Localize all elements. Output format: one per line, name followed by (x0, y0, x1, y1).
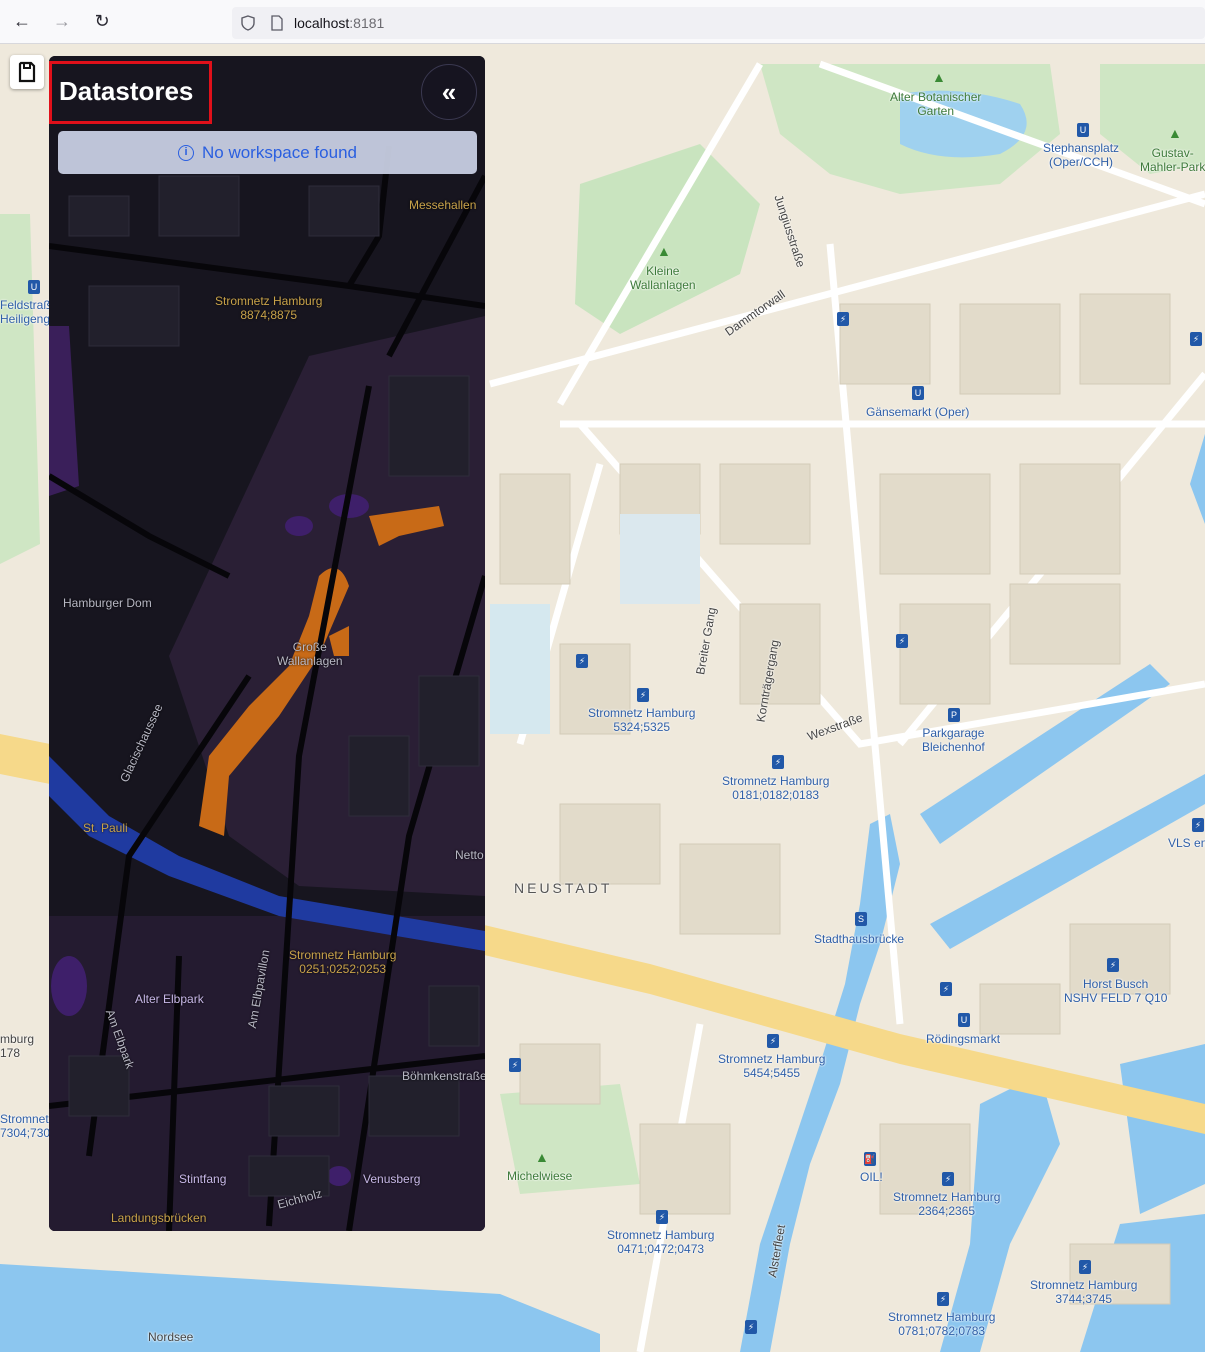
label-michelwiese: Michelwiese (507, 1169, 573, 1183)
label-venusberg: Venusberg (363, 1172, 421, 1186)
label-parkgarage: Parkgarage Bleichenhof (922, 726, 985, 754)
label-stromnetz-5454: Stromnetz Hamburg 5454;5455 (718, 1052, 826, 1080)
shield-icon (241, 15, 255, 31)
datastore-preview-map[interactable]: Messehallen Stromnetz Hamburg 8874;8875 … (49, 56, 485, 1231)
charging-station-icon[interactable]: ⚡ (772, 755, 784, 769)
label-stromnetz-8874: Stromnetz Hamburg 8874;8875 (215, 294, 323, 322)
label-oil: OIL! (860, 1170, 883, 1184)
charging-station-icon[interactable]: ⚡ (942, 1172, 954, 1186)
charging-station-icon[interactable]: ⚡ (509, 1058, 521, 1072)
url-bar[interactable]: localhost:8181 (232, 7, 1205, 39)
label-messehallen: Messehallen (409, 198, 477, 212)
label-hamburger-dom: Hamburger Dom (63, 596, 152, 610)
label-netto-city: Netto City (455, 848, 485, 862)
label-stromnetz-0251: Stromnetz Hamburg 0251;0252;0253 (289, 948, 397, 976)
back-button[interactable]: ← (4, 4, 40, 40)
label-roedingsmarkt: Rödingsmarkt (926, 1032, 1001, 1046)
datastore-toggle-button[interactable] (10, 55, 44, 89)
double-chevron-left-icon: « (441, 76, 457, 107)
charging-station-icon[interactable]: ⚡ (937, 1292, 949, 1306)
label-boehmkenstrasse: Böhmkenstraße (402, 1069, 485, 1083)
collapse-panel-button[interactable]: « (421, 64, 477, 120)
charging-station-icon[interactable]: ⚡ (896, 634, 908, 648)
dark-map-background (49, 56, 485, 1231)
label-stadthausbruecke: Stadthausbrücke (814, 932, 905, 946)
browser-toolbar: ← → ↻ localhost:8181 (0, 0, 1205, 44)
charging-station-icon[interactable]: ⚡ (1107, 958, 1119, 972)
label-stephansplatz: Stephansplatz (Oper/CCH) (1043, 141, 1120, 169)
reload-button[interactable]: ↻ (84, 4, 120, 40)
forward-button[interactable]: → (44, 4, 80, 40)
metro-station-icon[interactable]: U (1077, 123, 1089, 137)
label-alter-botanischer-garten: Alter Botanischer Garten (890, 90, 982, 118)
charging-station-icon[interactable]: ⚡ (767, 1034, 779, 1048)
reload-icon: ↻ (94, 11, 110, 31)
tree-icon: ▲ (657, 243, 671, 259)
label-neustadt: NEUSTADT (514, 880, 613, 896)
panel-title: Datastores (59, 76, 194, 106)
alert-text: No workspace found (202, 142, 357, 162)
label-stromnetz-5324: Stromnetz Hamburg 5324;5325 (588, 706, 696, 734)
no-workspace-alert: i No workspace found (58, 131, 477, 174)
label-stromnetz-0471: Stromnetz Hamburg 0471;0472;0473 (607, 1228, 715, 1256)
label-gaensemarkt: Gänsemarkt (Oper) (866, 405, 970, 419)
charging-station-icon[interactable]: ⚡ (1192, 818, 1204, 832)
metro-station-icon[interactable]: U (28, 280, 40, 294)
fuel-station-icon[interactable]: ⛽ (864, 1152, 876, 1166)
tree-icon: ▲ (535, 1149, 549, 1165)
label-stromnetz-0781: Stromnetz Hamburg 0781;0782;0783 (888, 1310, 996, 1338)
charging-station-icon[interactable]: ⚡ (1190, 332, 1202, 346)
url-text: localhost:8181 (294, 15, 385, 31)
arrow-left-icon: ← (13, 11, 31, 31)
charging-station-icon[interactable]: ⚡ (1079, 1260, 1091, 1274)
parking-icon[interactable]: P (948, 708, 960, 722)
label-landungsbruecken: Landungsbrücken (111, 1211, 207, 1225)
label-horst-busch: Horst Busch NSHV FELD 7 Q10 (1064, 977, 1168, 1005)
metro-station-icon[interactable]: S (855, 912, 867, 926)
label-stromnetz-3744: Stromnetz Hamburg 3744;3745 (1030, 1278, 1138, 1306)
arrow-right-icon: → (53, 11, 71, 31)
charging-station-icon[interactable]: ⚡ (656, 1210, 668, 1224)
label-mburg: mburg 178 (0, 1032, 35, 1060)
label-grosse-wallanlagen: Große Wallanlagen (277, 640, 343, 668)
label-kleine-wallanlagen: Kleine Wallanlagen (630, 264, 696, 292)
label-alter-elbpark: Alter Elbpark (135, 992, 204, 1006)
charging-station-icon[interactable]: ⚡ (745, 1320, 757, 1334)
metro-station-icon[interactable]: U (958, 1013, 970, 1027)
label-st-pauli: St. Pauli (83, 821, 128, 835)
label-gustav-mahler-park: Gustav- Mahler-Park (1140, 146, 1205, 174)
charging-station-icon[interactable]: ⚡ (576, 654, 588, 668)
metro-station-icon[interactable]: U (912, 386, 924, 400)
charging-station-icon[interactable]: ⚡ (837, 312, 849, 326)
label-nordsee: Nordsee (148, 1330, 194, 1344)
charging-station-icon[interactable]: ⚡ (940, 982, 952, 996)
clipboard-icon (18, 61, 36, 83)
label-stromnetz-2364: Stromnetz Hamburg 2364;2365 (893, 1190, 1001, 1218)
tree-icon: ▲ (932, 69, 946, 85)
page-icon (271, 15, 283, 31)
datastores-panel-header: Datastores « (49, 56, 485, 132)
label-stromnetz-0181: Stromnetz Hamburg 0181;0182;0183 (722, 774, 830, 802)
charging-station-icon[interactable]: ⚡ (637, 688, 649, 702)
label-stintfang: Stintfang (179, 1172, 227, 1186)
tree-icon: ▲ (1168, 125, 1182, 141)
label-vls: VLS en (1168, 836, 1205, 850)
info-icon: i (178, 144, 194, 161)
